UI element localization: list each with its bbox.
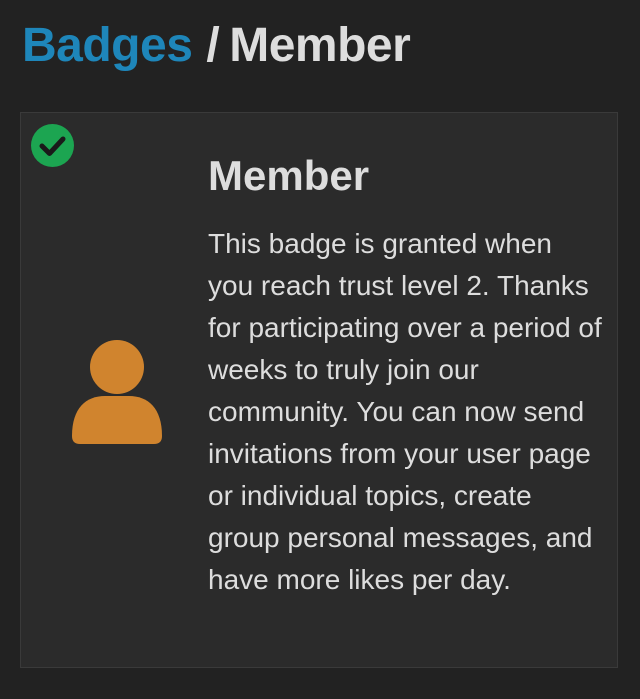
badge-description: This badge is granted when you reach tru…: [208, 228, 602, 595]
badge-info: Member This badge is granted when you re…: [208, 149, 603, 601]
badge-page: Badges / Member Member This badge is grant…: [0, 0, 640, 699]
breadcrumb: Badges / Member: [22, 14, 411, 78]
user-icon: [70, 338, 164, 444]
check-mark-icon: [39, 136, 66, 156]
granted-check-icon: [31, 124, 74, 167]
badge-card: Member This badge is granted when you re…: [20, 112, 618, 668]
breadcrumb-badges-link[interactable]: Badges: [22, 19, 193, 72]
breadcrumb-separator: /: [206, 19, 220, 72]
badge-title: Member: [208, 152, 370, 199]
breadcrumb-current: Member: [229, 19, 411, 72]
